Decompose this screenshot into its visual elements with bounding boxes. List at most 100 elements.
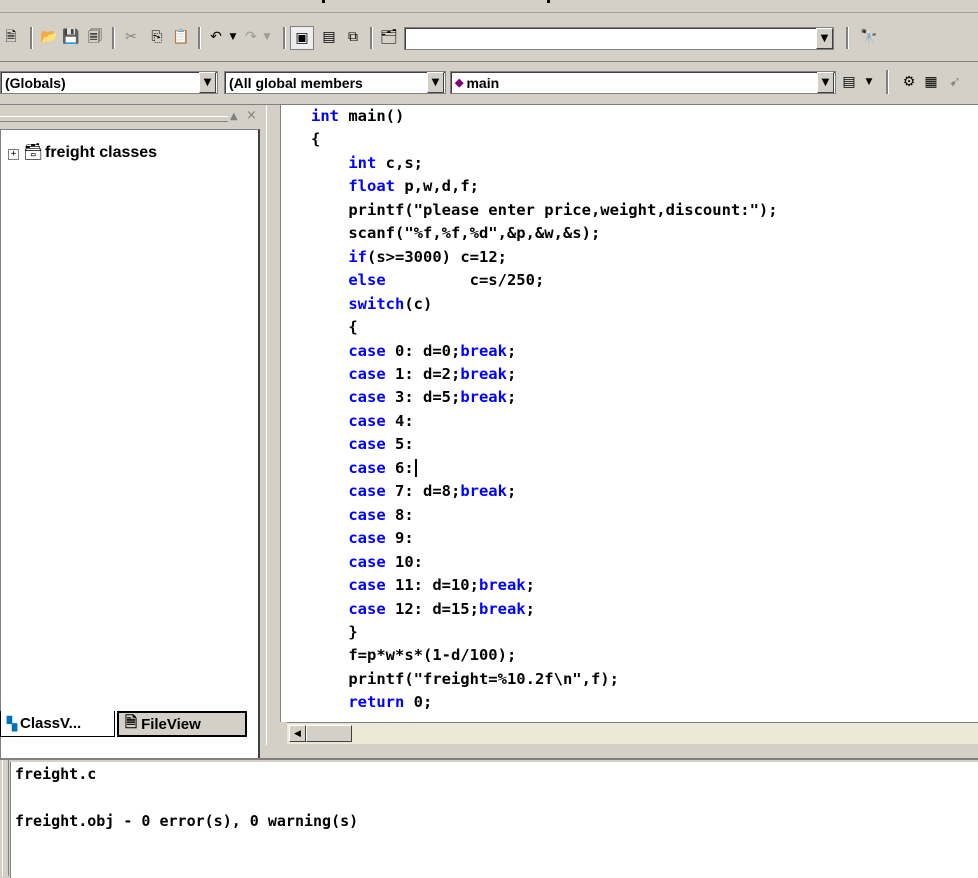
members-dropdown-icon[interactable]: ▼ bbox=[427, 72, 444, 93]
code-line[interactable]: } bbox=[311, 621, 778, 644]
find-combo-input[interactable] bbox=[404, 27, 834, 50]
open-folder-icon[interactable]: 📂 bbox=[38, 26, 60, 48]
keyword-token: break bbox=[478, 576, 526, 595]
keyword-token: case bbox=[348, 388, 386, 407]
scope-dropdown-icon[interactable]: ▼ bbox=[199, 72, 216, 93]
output-window: freight.c freight.obj - 0 error(s), 0 wa… bbox=[0, 758, 978, 878]
menu-fragment bbox=[322, 0, 325, 3]
code-line[interactable]: case 6: bbox=[311, 457, 778, 480]
keyword-token: break bbox=[478, 599, 526, 618]
keyword-token: else bbox=[348, 271, 386, 290]
code-line[interactable]: switch(c) bbox=[311, 293, 778, 316]
toolbar-separator bbox=[846, 27, 849, 49]
tab-fileview[interactable]: 🗎 FileView bbox=[117, 711, 247, 737]
tree-root-label[interactable]: freight classes bbox=[45, 144, 157, 162]
pane-splitter[interactable] bbox=[266, 105, 281, 745]
tab-classview-label: ClassV... bbox=[20, 715, 82, 732]
code-line[interactable]: case 4: bbox=[311, 410, 778, 433]
find-in-files-icon[interactable]: 🗂 bbox=[378, 26, 400, 48]
new-text-file-icon[interactable]: 🗎 bbox=[0, 26, 22, 48]
keyword-token: switch bbox=[348, 294, 405, 313]
save-icon[interactable]: 💾 bbox=[60, 26, 82, 48]
tab-classview[interactable]: ▚ ClassV... bbox=[0, 711, 115, 737]
code-line[interactable]: { bbox=[311, 316, 778, 339]
code-line[interactable]: return 0; bbox=[311, 691, 778, 714]
copy-icon[interactable]: ⎘ bbox=[146, 26, 168, 48]
code-line[interactable]: case 10: bbox=[311, 551, 778, 574]
paste-icon[interactable]: 📋 bbox=[170, 26, 192, 48]
code-line[interactable]: case 0: d=0;break; bbox=[311, 340, 778, 363]
execute-icon[interactable]: ➹ bbox=[944, 71, 966, 93]
workspace-icon[interactable]: ▣ bbox=[290, 26, 314, 50]
code-line[interactable]: case 5: bbox=[311, 433, 778, 456]
find-binoculars-icon[interactable]: 🔭 bbox=[858, 26, 880, 48]
keyword-token: return bbox=[348, 693, 405, 712]
code-line[interactable]: printf("freight=%10.2f\n",f); bbox=[311, 668, 778, 691]
find-combo-dropdown-icon[interactable]: ▼ bbox=[816, 28, 833, 49]
source-code[interactable]: int main(){ int c,s; float p,w,d,f; prin… bbox=[311, 105, 778, 715]
keyword-token: int bbox=[311, 107, 339, 125]
code-line[interactable]: f=p*w*s*(1-d/100); bbox=[311, 644, 778, 667]
build-icon[interactable]: ⚙ bbox=[898, 71, 920, 93]
expand-icon[interactable]: + bbox=[8, 149, 19, 160]
pane-close-icon[interactable]: × bbox=[246, 108, 257, 123]
code-line[interactable]: case 12: d=15;break; bbox=[311, 598, 778, 621]
keyword-token: break bbox=[460, 364, 507, 383]
code-line[interactable]: case 11: d=10;break; bbox=[311, 574, 778, 597]
text-cursor bbox=[414, 459, 417, 478]
members-combo[interactable]: (All global members bbox=[224, 71, 446, 94]
code-line[interactable]: float p,w,d,f; bbox=[311, 175, 778, 198]
function-dropdown-icon[interactable]: ▼ bbox=[817, 72, 834, 93]
toolbar-separator bbox=[112, 27, 115, 49]
output-line: freight.obj - 0 error(s), 0 warning(s) bbox=[15, 812, 359, 830]
code-line[interactable]: scanf("%f,%f,%d",&p,&w,&s); bbox=[311, 222, 778, 245]
toolbar-separator bbox=[886, 70, 889, 94]
menu-bar-partial bbox=[0, 0, 978, 13]
function-combo[interactable]: ◆ main bbox=[450, 71, 836, 94]
code-editor[interactable]: int main(){ int c,s; float p,w,d,f; prin… bbox=[280, 105, 978, 722]
standard-toolbar: 🗎 📂 💾 🗐 ✂ ⎘ 📋 ↶ ▼ ↷ ▼ ▣ ▤ ⧉ 🗂 ▼ 🔭 bbox=[0, 13, 978, 62]
keyword-token: case bbox=[348, 505, 386, 524]
keyword-token: case bbox=[348, 364, 386, 383]
pane-restore-icon[interactable]: ▲ bbox=[230, 111, 238, 122]
editor-horizontal-scrollbar[interactable]: ◀ bbox=[287, 722, 978, 744]
window-list-icon[interactable]: ⧉ bbox=[342, 26, 364, 48]
code-line[interactable]: else c=s/250; bbox=[311, 269, 778, 292]
scroll-thumb[interactable] bbox=[306, 725, 352, 742]
classview-icon: ▚ bbox=[7, 715, 17, 731]
code-line[interactable]: case 1: d=2;break; bbox=[311, 363, 778, 386]
workspace-pane: ▲ × + 🗃 freight classes ▚ ClassV... 🗎 Fi… bbox=[0, 105, 264, 813]
scope-combo[interactable]: (Globals) bbox=[0, 71, 218, 94]
cut-icon[interactable]: ✂ bbox=[120, 26, 142, 48]
scroll-left-icon[interactable]: ◀ bbox=[289, 725, 306, 742]
code-line[interactable]: case 8: bbox=[311, 504, 778, 527]
wizard-action-dropdown-icon[interactable]: ▼ bbox=[858, 71, 880, 93]
output-text-area[interactable]: freight.c freight.obj - 0 error(s), 0 wa… bbox=[10, 762, 978, 878]
classes-folder-icon: 🗃 bbox=[23, 142, 44, 161]
wizard-bar: (Globals) ▼ (All global members ▼ ◆ main… bbox=[0, 62, 978, 105]
code-line[interactable]: case 3: d=5;break; bbox=[311, 386, 778, 409]
code-line[interactable]: int c,s; bbox=[311, 152, 778, 175]
keyword-token: break bbox=[460, 482, 507, 501]
keyword-token: case bbox=[348, 529, 386, 548]
keyword-token: case bbox=[348, 411, 386, 430]
wizard-action-icon[interactable]: ▤ bbox=[838, 71, 860, 93]
output-line: freight.c bbox=[15, 765, 97, 783]
keyword-token: break bbox=[460, 341, 507, 360]
toolbar-separator bbox=[30, 27, 33, 49]
calendar-icon[interactable]: ▦ bbox=[920, 71, 942, 93]
function-value: main bbox=[466, 74, 500, 91]
code-line[interactable]: case 9: bbox=[311, 527, 778, 550]
save-all-icon[interactable]: 🗐 bbox=[84, 26, 106, 48]
code-line[interactable]: { bbox=[311, 128, 778, 151]
keyword-token: case bbox=[348, 341, 386, 360]
toolbar-separator bbox=[198, 27, 201, 49]
redo-dropdown-icon[interactable]: ▼ bbox=[256, 26, 278, 48]
code-line[interactable]: int main() bbox=[311, 105, 778, 128]
output-window-icon[interactable]: ▤ bbox=[318, 26, 340, 48]
keyword-token: if bbox=[348, 247, 367, 266]
code-line[interactable]: case 7: d=8;break; bbox=[311, 480, 778, 503]
function-symbol-icon: ◆ bbox=[455, 77, 464, 89]
code-line[interactable]: if(s>=3000) c=12; bbox=[311, 246, 778, 269]
code-line[interactable]: printf("please enter price,weight,discou… bbox=[311, 199, 777, 222]
